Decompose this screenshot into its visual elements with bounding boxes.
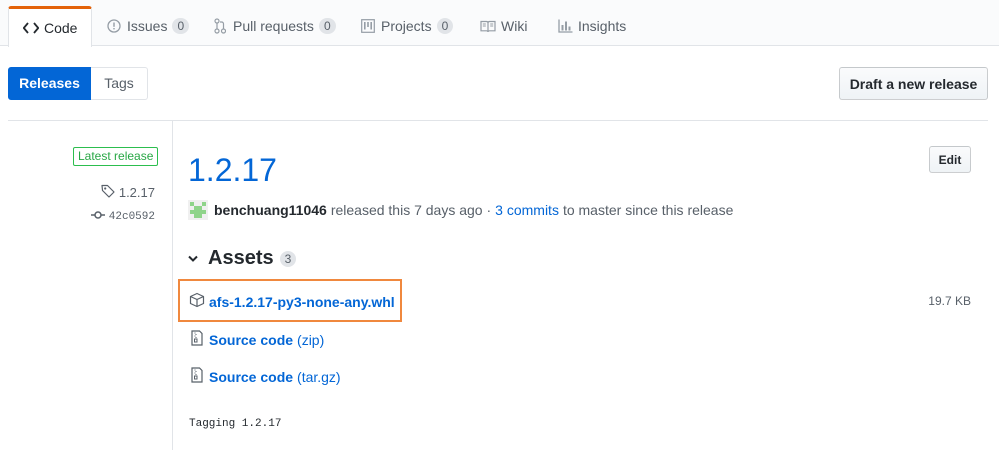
edit-release-button[interactable]: Edit (929, 146, 971, 173)
tab-projects-label: Projects (381, 18, 432, 34)
code-icon (23, 20, 39, 36)
assets-counter: 3 (279, 250, 297, 267)
asset-wheel-size: 19.7 KB (928, 294, 971, 308)
avatar[interactable] (188, 200, 208, 220)
asset-source-targz[interactable]: Source code (tar.gz) (189, 367, 341, 386)
book-icon (480, 18, 496, 34)
release-commit-sha: 42c0592 (108, 211, 155, 223)
asset-wheel-name[interactable]: afs-1.2.17-py3-none-any.whl (209, 294, 395, 310)
draft-release-button[interactable]: Draft a new release (839, 67, 988, 100)
tab-wiki-label: Wiki (501, 18, 528, 34)
tag-icon (101, 184, 119, 201)
pull-requests-counter: 0 (318, 18, 336, 34)
repo-nav: Code Issues 0 Pull requests 0 Projects 0… (0, 0, 999, 47)
tag-message: Tagging 1.2.17 (189, 418, 282, 430)
tab-code[interactable]: Code (8, 6, 93, 47)
chevron-down-icon (188, 252, 198, 266)
assets-toggle[interactable]: Assets 3 (188, 247, 297, 270)
asset-source-targz-name[interactable]: Source code (209, 369, 293, 385)
asset-source-zip-format: (zip) (297, 331, 325, 348)
release-commit-link[interactable]: 42c0592 (90, 210, 155, 224)
asset-wheel[interactable]: afs-1.2.17-py3-none-any.whl (189, 292, 395, 311)
tab-pull-requests[interactable]: Pull requests 0 (212, 6, 336, 46)
tab-wiki[interactable]: Wiki (480, 6, 527, 46)
divider (8, 120, 988, 121)
commit-icon (90, 210, 109, 224)
file-zip-icon (189, 330, 209, 349)
latest-release-badge: Latest release (73, 147, 159, 166)
tab-projects[interactable]: Projects 0 (360, 6, 454, 46)
tab-pull-requests-label: Pull requests (233, 18, 314, 34)
released-text: released this 7 days ago · (330, 202, 492, 218)
tab-code-label: Code (44, 20, 78, 36)
commits-link[interactable]: 3 commits (495, 202, 559, 218)
releases-tab[interactable]: Releases (8, 67, 91, 100)
asset-source-zip[interactable]: Source code (zip) (189, 330, 324, 349)
asset-source-targz-format: (tar.gz) (297, 368, 341, 385)
tab-issues[interactable]: Issues 0 (106, 6, 190, 46)
project-icon (360, 18, 376, 34)
tab-insights-label: Insights (578, 18, 627, 34)
tab-insights[interactable]: Insights (557, 6, 626, 46)
file-zip-icon (189, 367, 209, 386)
release-title[interactable]: 1.2.17 (188, 150, 277, 190)
package-icon (189, 292, 209, 311)
tab-issues-label: Issues (127, 18, 168, 34)
release-tag-label: 1.2.17 (118, 185, 155, 200)
asset-source-zip-name[interactable]: Source code (209, 332, 293, 348)
release-byline: benchuang11046 released this 7 days ago … (188, 200, 733, 220)
projects-counter: 0 (436, 18, 454, 34)
issue-icon (106, 18, 122, 34)
release-tag-link[interactable]: 1.2.17 (101, 184, 155, 201)
releases-subnav: Releases Tags (8, 67, 148, 100)
graph-icon (557, 18, 573, 34)
author-link[interactable]: benchuang11046 (214, 202, 327, 218)
issues-counter: 0 (172, 18, 190, 34)
tags-tab[interactable]: Tags (91, 67, 148, 100)
assets-title: Assets (208, 247, 274, 269)
timeline-divider (172, 120, 173, 450)
commits-suffix: to master since this release (562, 202, 734, 218)
pull-request-icon (212, 18, 228, 34)
